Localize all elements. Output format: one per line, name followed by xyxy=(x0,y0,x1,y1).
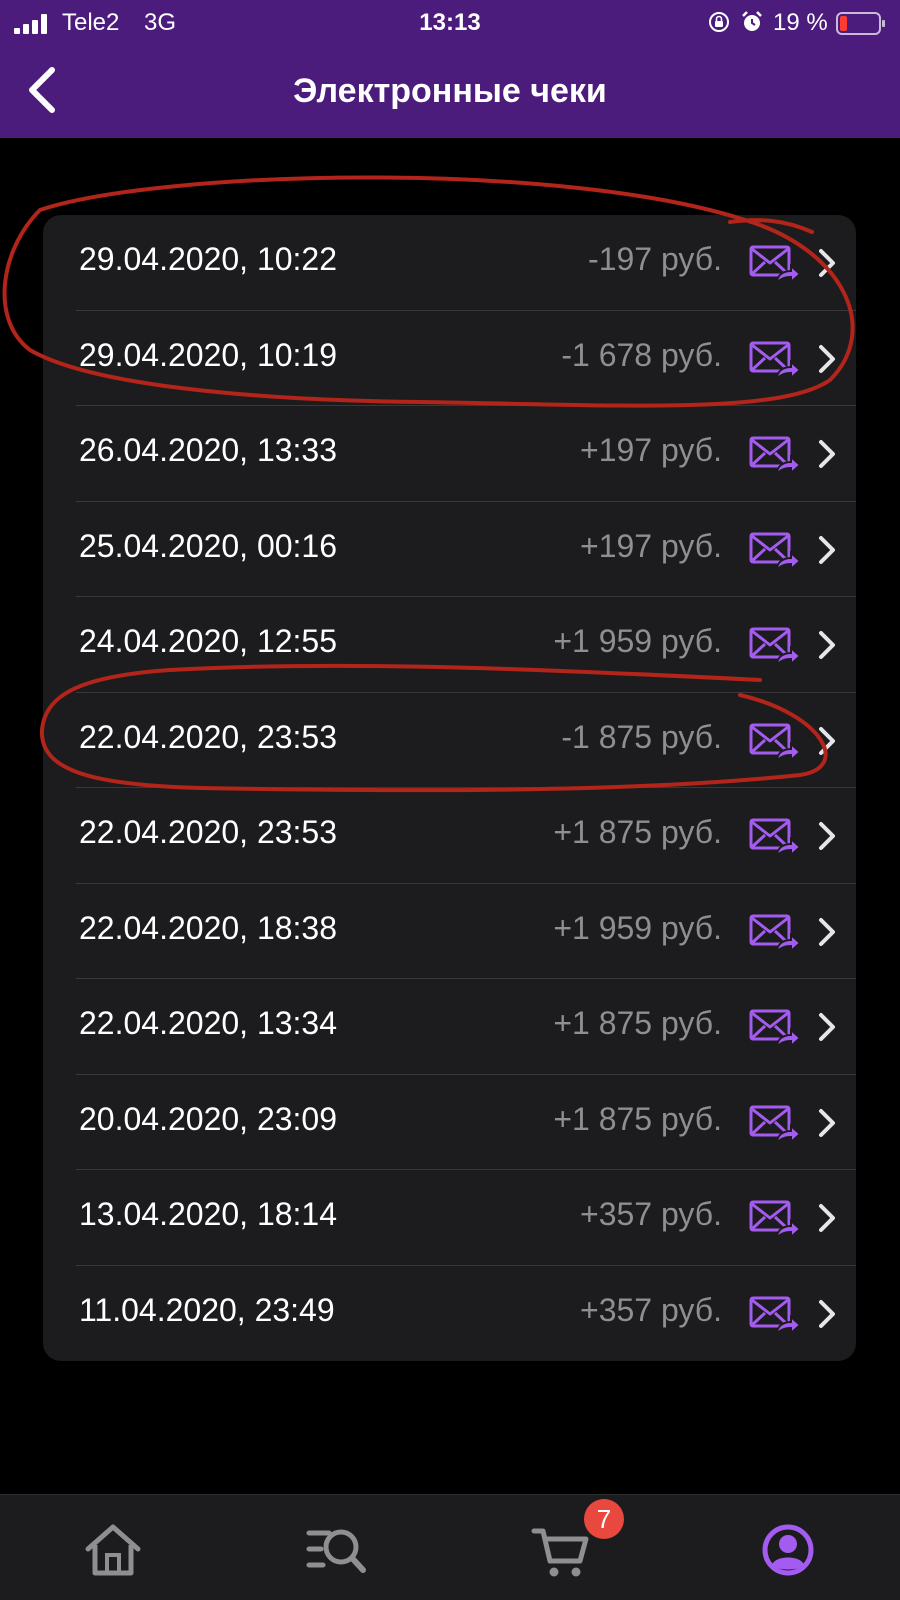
mail-forward-icon[interactable] xyxy=(749,721,801,765)
mail-forward-icon[interactable] xyxy=(749,1294,801,1338)
mail-forward-icon[interactable] xyxy=(749,1198,801,1242)
status-bar: Tele2 3G 13:13 19 % xyxy=(0,0,900,46)
receipt-date: 22.04.2020, 23:53 xyxy=(79,718,338,755)
receipt-amount: -197 руб. xyxy=(588,241,722,277)
receipt-date: 22.04.2020, 13:34 xyxy=(79,1005,338,1041)
chevron-right-icon xyxy=(819,1299,835,1328)
chevron-right-icon xyxy=(819,917,835,946)
mail-forward-icon[interactable] xyxy=(749,912,801,956)
receipt-date: 26.04.2020, 13:33 xyxy=(79,432,338,468)
mail-forward-icon[interactable] xyxy=(749,530,801,574)
battery-percent: 19 % xyxy=(773,9,828,36)
mail-forward-icon[interactable] xyxy=(749,1103,801,1147)
receipt-row[interactable]: 29.04.2020, 10:22 -197 руб. xyxy=(43,215,856,311)
receipt-date: 25.04.2020, 00:16 xyxy=(79,527,338,564)
receipt-date: 24.04.2020, 12:55 xyxy=(79,623,338,659)
profile-icon[interactable] xyxy=(753,1515,823,1585)
receipt-amount: +1 875 руб. xyxy=(553,814,722,850)
receipt-amount: +1 875 руб. xyxy=(553,1005,722,1041)
receipt-amount: +357 руб. xyxy=(580,1291,722,1328)
battery-icon xyxy=(836,12,885,35)
receipt-row[interactable]: 13.04.2020, 18:14 +357 руб. xyxy=(43,1170,856,1266)
mail-forward-icon[interactable] xyxy=(749,625,801,669)
cart-badge: 7 xyxy=(584,1499,624,1539)
receipt-amount: +1 959 руб. xyxy=(553,623,722,659)
chevron-right-icon xyxy=(819,631,835,659)
chevron-right-icon xyxy=(819,535,835,564)
chevron-right-icon xyxy=(819,249,835,277)
receipt-row[interactable]: 24.04.2020, 12:55 +1 959 руб. xyxy=(43,597,856,693)
alarm-icon xyxy=(742,11,762,31)
receipt-list: 29.04.2020, 10:22 -197 руб. 29.04.2020, 10… xyxy=(43,215,856,1361)
receipt-amount: +1 959 руб. xyxy=(553,909,722,946)
tab-bar xyxy=(0,1494,900,1600)
search-catalog-icon[interactable] xyxy=(303,1515,373,1585)
receipt-amount: -1 875 руб. xyxy=(561,718,722,755)
chevron-right-icon xyxy=(819,1108,835,1137)
receipt-row[interactable]: 11.04.2020, 23:49 +357 руб. xyxy=(43,1266,856,1362)
app-header: Tele2 3G 13:13 19 % Электронные чеки xyxy=(0,0,900,138)
receipt-amount: +1 875 руб. xyxy=(553,1100,722,1137)
chevron-right-icon xyxy=(819,822,835,850)
orientation-lock-icon xyxy=(709,12,729,32)
home-icon[interactable] xyxy=(78,1515,148,1585)
receipt-date: 20.04.2020, 23:09 xyxy=(79,1100,338,1137)
mail-forward-icon[interactable] xyxy=(749,243,801,287)
receipt-row[interactable]: 25.04.2020, 00:16 +197 руб. xyxy=(43,502,856,597)
chevron-right-icon xyxy=(819,1204,835,1232)
receipt-row[interactable]: 22.04.2020, 13:34 +1 875 руб. xyxy=(43,979,856,1075)
receipt-date: 22.04.2020, 18:38 xyxy=(79,909,338,946)
receipt-row[interactable]: 22.04.2020, 23:53 -1 875 руб. xyxy=(43,693,856,788)
mail-forward-icon[interactable] xyxy=(749,1007,801,1051)
receipt-date: 29.04.2020, 10:22 xyxy=(79,241,338,277)
chevron-right-icon xyxy=(819,440,835,468)
receipt-row[interactable]: 22.04.2020, 18:38 +1 959 руб. xyxy=(43,884,856,979)
receipt-date: 29.04.2020, 10:19 xyxy=(79,336,338,373)
mail-forward-icon[interactable] xyxy=(749,339,801,383)
receipt-date: 13.04.2020, 18:14 xyxy=(79,1196,338,1232)
chevron-right-icon xyxy=(819,344,835,373)
mail-forward-icon[interactable] xyxy=(749,434,801,478)
page-title: Электронные чеки xyxy=(293,72,607,110)
mail-forward-icon[interactable] xyxy=(749,816,801,860)
receipt-amount: +197 руб. xyxy=(580,527,722,564)
receipt-date: 11.04.2020, 23:49 xyxy=(79,1291,335,1328)
receipt-date: 22.04.2020, 23:53 xyxy=(79,814,338,850)
receipt-amount: -1 678 руб. xyxy=(561,336,722,373)
receipt-row[interactable]: 29.04.2020, 10:19 -1 678 руб. xyxy=(43,311,856,406)
receipt-row[interactable]: 22.04.2020, 23:53 +1 875 руб. xyxy=(43,788,856,884)
status-time: 13:13 xyxy=(419,9,481,36)
chevron-right-icon xyxy=(819,1013,835,1041)
receipt-row[interactable]: 26.04.2020, 13:33 +197 руб. xyxy=(43,406,856,502)
receipt-row[interactable]: 20.04.2020, 23:09 +1 875 руб. xyxy=(43,1075,856,1170)
receipt-amount: +197 руб. xyxy=(580,432,722,468)
chevron-right-icon xyxy=(819,726,835,755)
receipt-amount: +357 руб. xyxy=(580,1196,722,1232)
